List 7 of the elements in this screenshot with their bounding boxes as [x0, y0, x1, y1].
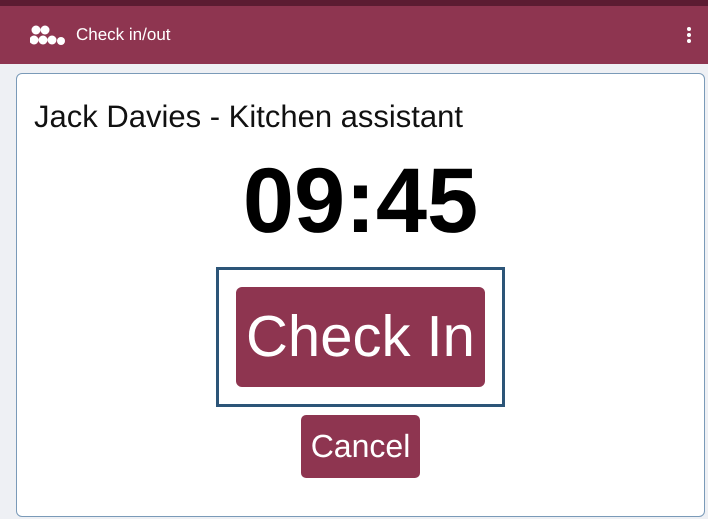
- time-display: 09:45: [242, 154, 478, 246]
- check-in-button[interactable]: Check In: [236, 286, 485, 386]
- logo-icon: [30, 25, 66, 45]
- cancel-button[interactable]: Cancel: [300, 414, 420, 478]
- app-title: Check in/out: [76, 24, 170, 46]
- employee-name: Jack Davies - Kitchen assistant: [34, 99, 464, 134]
- more-menu-icon[interactable]: [686, 26, 692, 44]
